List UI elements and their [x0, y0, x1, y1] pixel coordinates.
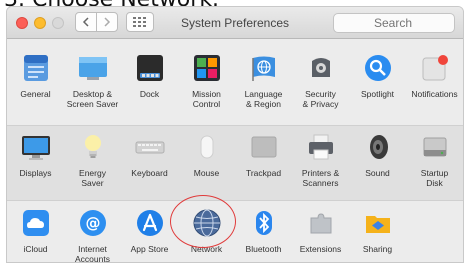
internet-wireless-row: iCloud @ Internet Accounts App Store Net…: [7, 203, 463, 263]
pref-label: App Store: [130, 244, 169, 254]
pref-label: Security & Privacy: [302, 89, 339, 109]
pref-bluetooth[interactable]: Bluetooth: [235, 206, 292, 254]
pref-label: Sharing: [362, 244, 393, 254]
pref-dock[interactable]: Dock: [121, 51, 178, 99]
network-icon: [190, 206, 224, 240]
pref-label: Sound: [365, 168, 390, 178]
pref-label: iCloud: [23, 244, 48, 254]
pref-label: Notifications: [411, 89, 458, 99]
notifications-icon: [418, 51, 452, 85]
pref-displays[interactable]: Displays: [7, 130, 64, 178]
pref-security-privacy[interactable]: Security & Privacy: [292, 51, 349, 109]
pref-network[interactable]: Network: [178, 206, 235, 254]
icloud-icon: [19, 206, 53, 240]
printer-icon: [304, 130, 338, 164]
pref-desktop-screen-saver[interactable]: Desktop & Screen Saver: [64, 51, 121, 109]
pref-label: Energy Saver: [79, 168, 106, 188]
pref-sharing[interactable]: Sharing: [349, 206, 406, 254]
pref-mouse[interactable]: Mouse: [178, 130, 235, 178]
pref-label: Bluetooth: [245, 244, 282, 254]
pref-label: Mission Control: [192, 89, 221, 109]
sound-icon: [361, 130, 395, 164]
pref-extensions[interactable]: Extensions: [292, 206, 349, 254]
pref-notifications[interactable]: Notifications: [406, 51, 463, 99]
language-icon: [247, 51, 281, 85]
pref-trackpad[interactable]: Trackpad: [235, 130, 292, 178]
general-icon: [19, 51, 53, 85]
pref-startup-disk[interactable]: Startup Disk: [406, 130, 463, 188]
pref-label: Desktop & Screen Saver: [66, 89, 119, 109]
trackpad-icon: [247, 130, 281, 164]
extensions-icon: [304, 206, 338, 240]
dock-icon: [133, 51, 167, 85]
hardware-preferences-row: Displays Energy Saver Keyboard Mouse Tra…: [7, 125, 463, 201]
pref-label: Language & Region: [244, 89, 283, 109]
pref-label: Trackpad: [245, 168, 282, 178]
pref-label: Mouse: [193, 168, 220, 178]
pref-label: Displays: [19, 168, 52, 178]
energy-icon: [76, 130, 110, 164]
pref-app-store[interactable]: App Store: [121, 206, 178, 254]
pref-label: Network: [190, 244, 223, 254]
pref-general[interactable]: General: [7, 51, 64, 99]
pref-language-region[interactable]: Language & Region: [235, 51, 292, 109]
mouse-icon: [190, 130, 224, 164]
pref-internet-accounts[interactable]: @ Internet Accounts: [64, 206, 121, 263]
spotlight-icon: [361, 51, 395, 85]
search-input[interactable]: [333, 13, 455, 33]
pref-sound[interactable]: Sound: [349, 130, 406, 178]
system-preferences-window: System Preferences General Desktop & Scr…: [6, 6, 464, 263]
pref-label: General: [20, 89, 51, 99]
security-icon: [304, 51, 338, 85]
startup-disk-icon: [418, 130, 452, 164]
pref-label: Internet Accounts: [75, 244, 110, 263]
bluetooth-icon: [247, 206, 281, 240]
pref-label: Keyboard: [131, 168, 168, 178]
svg-text:@: @: [85, 214, 100, 232]
pref-energy-saver[interactable]: Energy Saver: [64, 130, 121, 188]
pref-keyboard[interactable]: Keyboard: [121, 130, 178, 178]
pref-mission-control[interactable]: Mission Control: [178, 51, 235, 109]
pref-printers-scanners[interactable]: Printers & Scanners: [292, 130, 349, 188]
pref-label: Printers & Scanners: [301, 168, 340, 188]
pref-label: Startup Disk: [420, 168, 449, 188]
title-bar: System Preferences: [7, 7, 463, 39]
keyboard-icon: [133, 130, 167, 164]
personal-preferences-row: General Desktop & Screen Saver Dock Miss…: [7, 47, 463, 123]
desktop-icon: [76, 51, 110, 85]
pref-label: Spotlight: [360, 89, 395, 99]
pref-icloud[interactable]: iCloud: [7, 206, 64, 254]
pref-label: Extensions: [299, 244, 342, 254]
displays-icon: [19, 130, 53, 164]
pref-label: Dock: [139, 89, 160, 99]
mission-control-icon: [190, 51, 224, 85]
pref-spotlight[interactable]: Spotlight: [349, 51, 406, 99]
app-store-icon: [133, 206, 167, 240]
sharing-icon: [361, 206, 395, 240]
internet-accounts-icon: @: [76, 206, 110, 240]
